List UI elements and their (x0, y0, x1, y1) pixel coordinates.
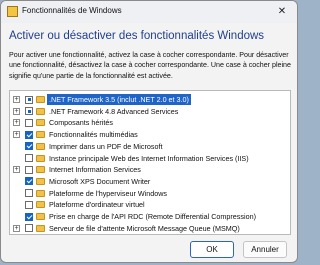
folder-icon (36, 96, 45, 103)
feature-checkbox[interactable] (25, 212, 33, 221)
feature-row[interactable]: Microsoft XPS Document Writer (10, 176, 290, 187)
feature-checkbox[interactable] (25, 142, 33, 151)
features-dialog: Fonctionnalités de Windows ✕ Activer ou … (0, 0, 298, 263)
feature-checkbox[interactable] (25, 165, 33, 174)
close-button[interactable]: ✕ (267, 1, 297, 23)
feature-row[interactable]: Plateforme de l'hyperviseur Windows (10, 188, 290, 199)
window-title: Fonctionnalités de Windows (22, 6, 122, 15)
folder-icon (36, 224, 45, 232)
feature-row[interactable]: Prise en charge de l'API RDC (Remote Dif… (10, 211, 290, 222)
folder-icon (36, 201, 45, 209)
feature-row[interactable]: Instance principale Web des Internet Inf… (10, 153, 290, 164)
feature-label: Serveur de file d'attente Microsoft Mess… (49, 223, 240, 233)
folder-icon (36, 142, 45, 150)
cancel-button[interactable]: Annuler (243, 241, 287, 258)
feature-checkbox[interactable] (25, 107, 33, 116)
title-bar: Fonctionnalités de Windows ✕ (1, 1, 297, 23)
feature-row[interactable]: + Serveur de file d'attente Microsoft Mes… (10, 223, 290, 234)
feature-checkbox[interactable] (25, 130, 33, 139)
feature-row[interactable]: Plateforme d'ordinateur virtuel (10, 199, 290, 210)
feature-checkbox[interactable] (25, 189, 33, 198)
expand-icon[interactable]: + (13, 96, 20, 103)
feature-label: .NET Framework 4.8 Advanced Services (49, 106, 179, 116)
folder-icon (36, 131, 45, 139)
feature-label: .NET Framework 3.5 (inclut .NET 2.0 et 3… (47, 94, 191, 105)
feature-row[interactable]: + .NET Framework 4.8 Advanced Services (10, 106, 290, 117)
feature-row[interactable]: + .NET Framework 3.5 (inclut .NET 2.0 et … (10, 94, 290, 105)
feature-label: Plateforme de l'hyperviseur Windows (49, 188, 168, 198)
folder-icon (36, 213, 45, 220)
feature-row[interactable]: + Fonctionnalités multimédias (10, 129, 290, 140)
feature-row[interactable]: + Internet Information Services (10, 164, 290, 175)
folder-icon (36, 177, 45, 185)
feature-label: Composants hérités (49, 118, 113, 128)
feature-row[interactable]: Imprimer dans un PDF de Microsoft (10, 141, 290, 152)
dialog-heading: Activer ou désactiver des fonctionnalité… (9, 30, 265, 42)
folder-icon (36, 107, 45, 115)
feature-label: Instance principale Web des Internet Inf… (49, 153, 249, 163)
feature-label: Prise en charge de l'API RDC (Remote Dif… (49, 212, 256, 221)
dialog-description: Pour activer une fonctionnalité, activez… (9, 51, 291, 80)
ok-button[interactable]: OK (190, 241, 234, 258)
feature-checkbox[interactable] (25, 224, 33, 233)
expand-icon[interactable]: + (13, 107, 20, 115)
folder-icon (36, 119, 45, 127)
folder-icon (36, 154, 45, 162)
feature-checkbox[interactable] (25, 154, 33, 162)
expand-icon[interactable]: + (13, 224, 20, 232)
feature-label: Fonctionnalités multimédias (49, 130, 138, 140)
expand-icon[interactable]: + (13, 131, 20, 139)
feature-checkbox[interactable] (25, 95, 33, 104)
feature-label: Internet Information Services (49, 165, 141, 175)
feature-row[interactable]: + Composants hérités (10, 117, 290, 128)
folder-icon (36, 166, 45, 174)
close-icon: ✕ (277, 6, 287, 17)
folder-icon (36, 189, 45, 197)
feature-checkbox[interactable] (25, 177, 33, 186)
expand-icon[interactable]: + (13, 119, 20, 127)
feature-checkbox[interactable] (25, 118, 33, 127)
feature-label: Microsoft XPS Document Writer (49, 176, 151, 186)
feature-label: Imprimer dans un PDF de Microsoft (49, 141, 163, 151)
expand-icon[interactable]: + (13, 166, 20, 174)
feature-label: Plateforme d'ordinateur virtuel (49, 200, 145, 210)
features-tree[interactable]: + .NET Framework 3.5 (inclut .NET 2.0 et … (9, 90, 291, 235)
feature-checkbox[interactable] (25, 200, 33, 209)
windows-features-icon (7, 6, 18, 17)
